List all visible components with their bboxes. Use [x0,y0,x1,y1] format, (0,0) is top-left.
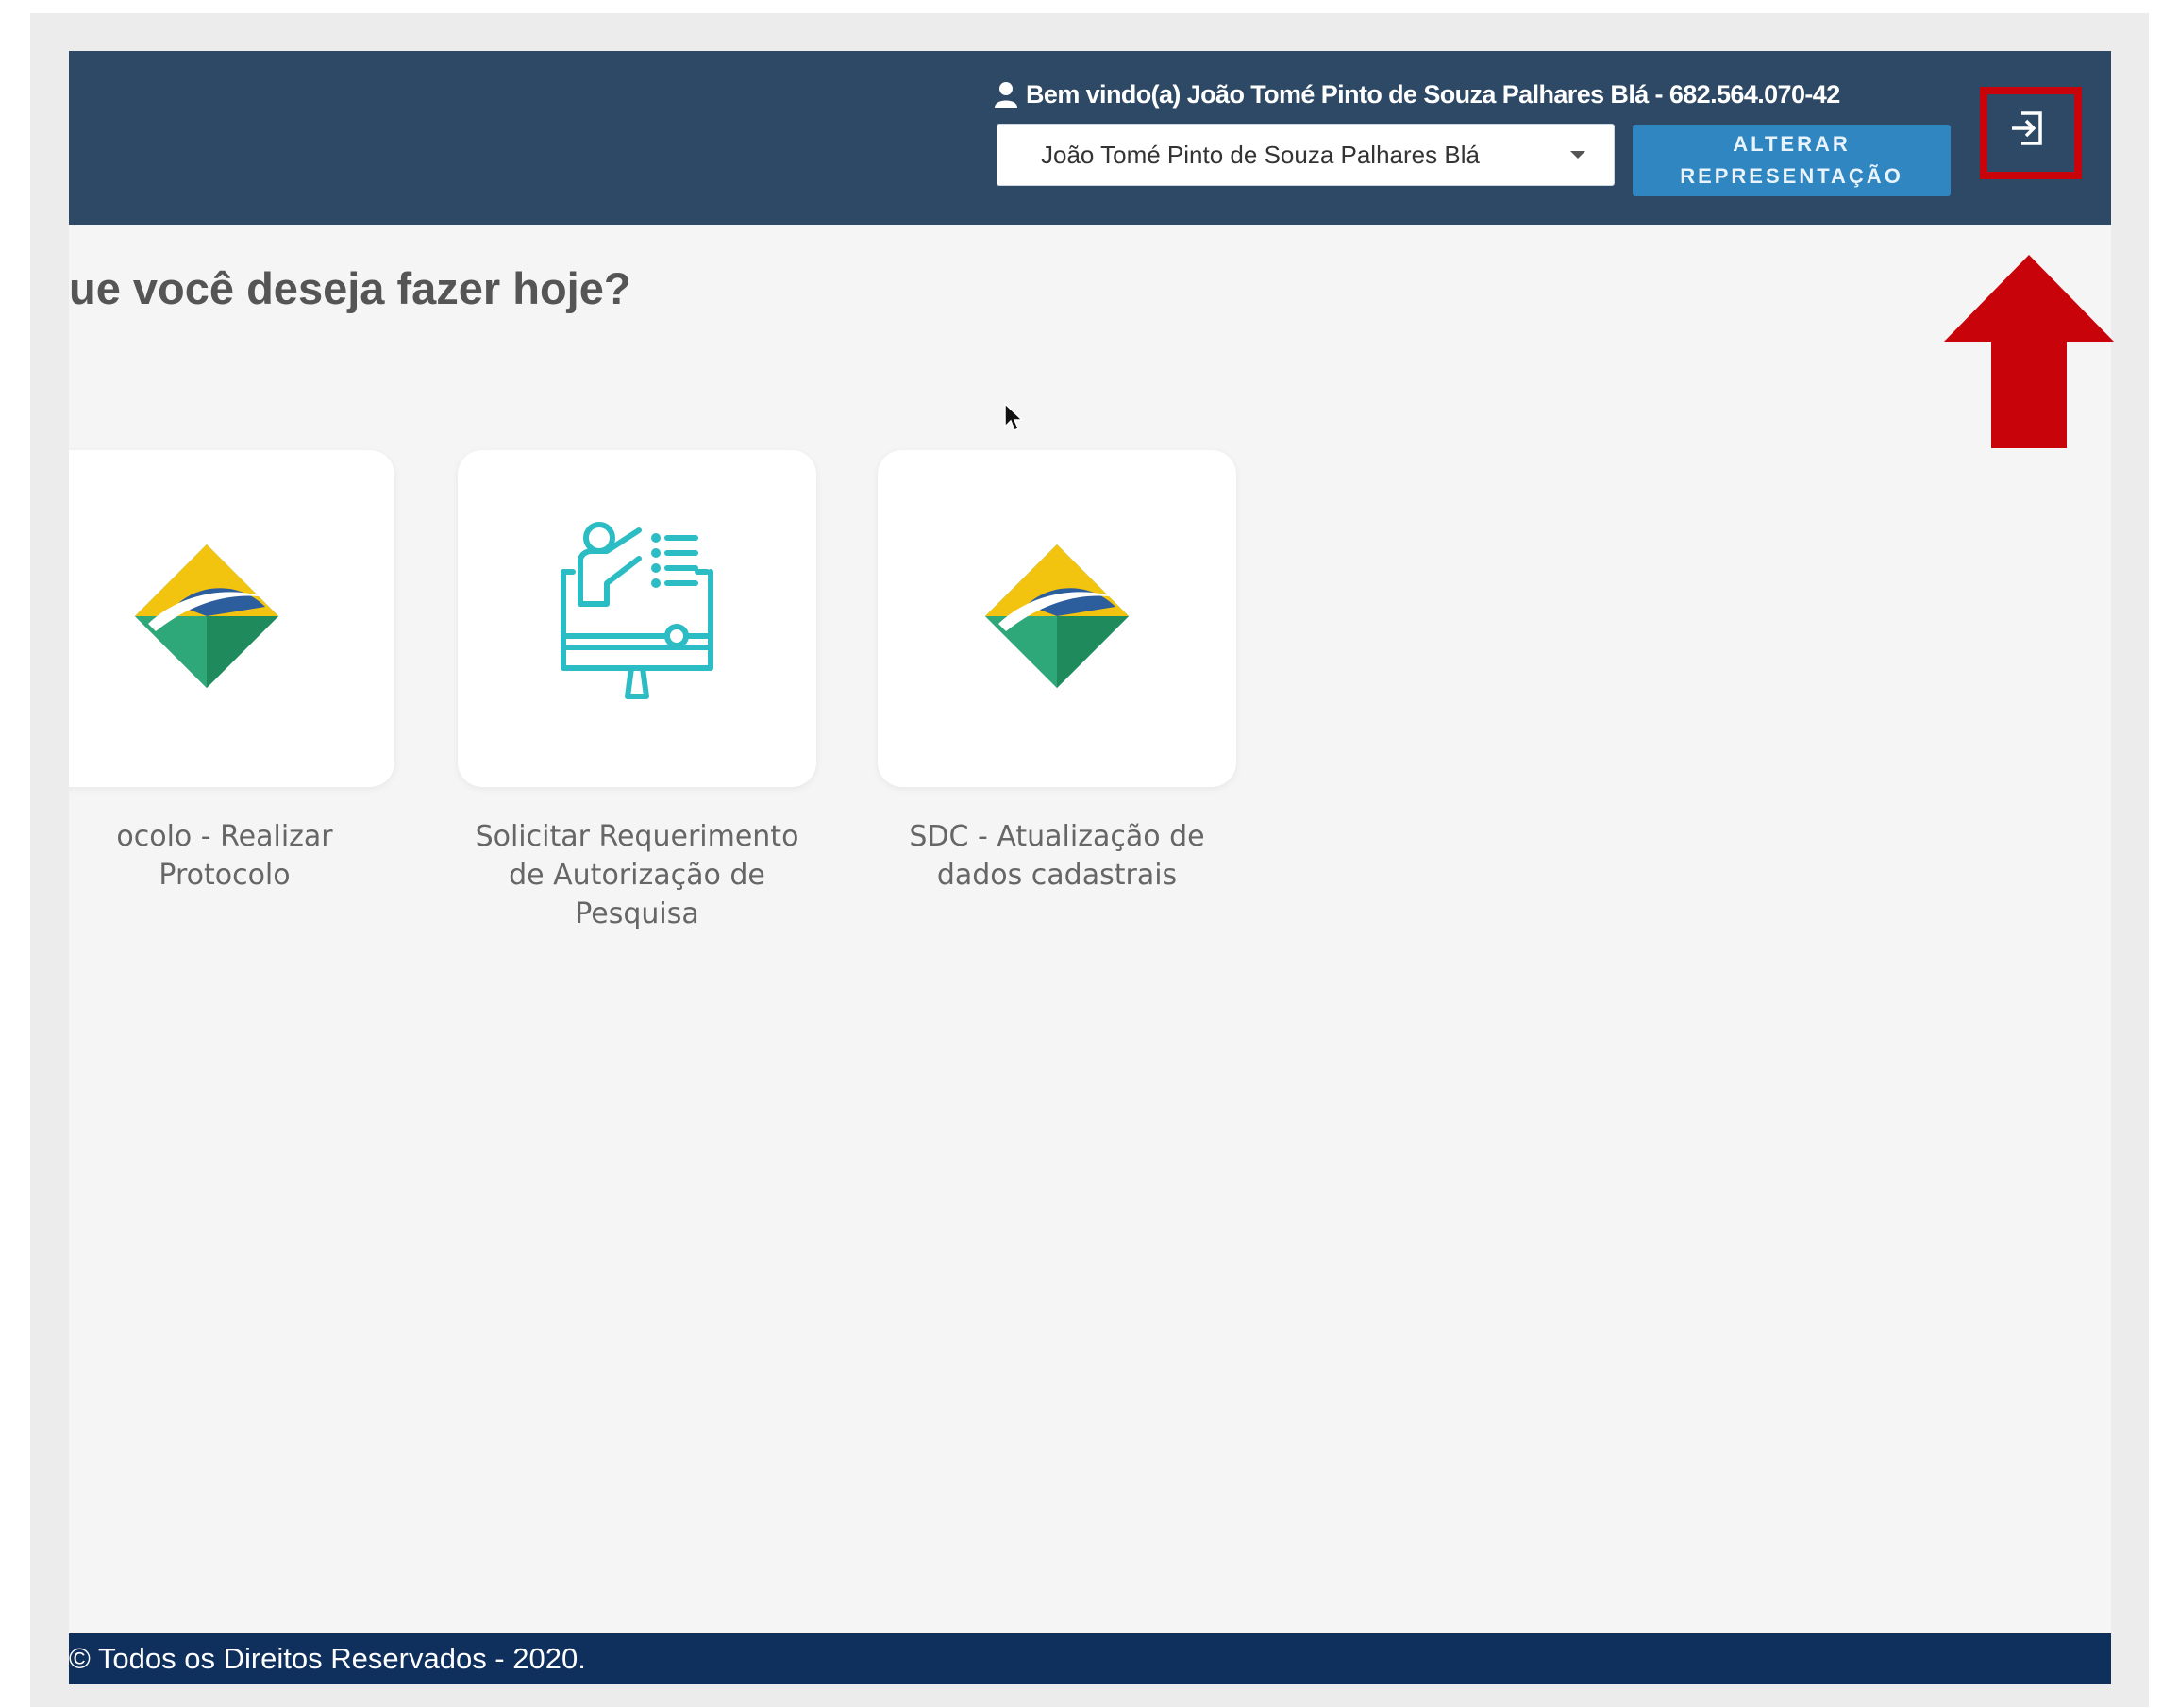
representation-select-value: João Tomé Pinto de Souza Palhares Blá [1041,141,1480,169]
label-line: Protocolo [159,859,291,892]
chevron-down-icon [1570,151,1585,159]
service-card-protocolo[interactable] [69,450,394,787]
alter-representation-button[interactable]: ALTERAR REPRESENTAÇÃO [1633,125,1951,196]
up-arrow [1944,255,2114,448]
footer: © Todos os Direitos Reservados - 2020. [69,1633,2111,1684]
presentation-monitor-icon [561,522,713,699]
welcome-message: Bem vindo(a) João Tomé Pinto de Souza Pa… [994,75,1840,113]
label-line: Solicitar Requerimento [475,820,799,853]
label-line: de Autorização de [509,859,765,892]
service-card-requerimento[interactable] [458,450,816,787]
service-card-sdc[interactable] [878,450,1236,787]
annotation-highlight-box [1980,87,2082,179]
page-title: ue você deseja fazer hoje? [69,263,631,313]
mouse-cursor-icon [1004,402,1024,432]
user-icon [995,82,1017,108]
welcome-text: Bem vindo(a) João Tomé Pinto de Souza Pa… [1026,79,1840,109]
label-line: Pesquisa [575,897,699,930]
alter-button-line1: ALTERAR [1733,132,1851,156]
representation-select[interactable]: João Tomé Pinto de Souza Palhares Blá [997,124,1615,186]
top-header: Bem vindo(a) João Tomé Pinto de Souza Pa… [69,51,2111,225]
gov-logo-icon [135,544,278,688]
service-card-label: SDC - Atualização de dados cadastrais [859,817,1255,895]
alter-button-line2: REPRESENTAÇÃO [1680,164,1903,188]
service-card-label: ocolo - Realizar Protocolo [69,817,423,895]
app-window: Bem vindo(a) João Tomé Pinto de Souza Pa… [69,51,2111,1684]
label-line: SDC - Atualização de [909,820,1205,853]
service-card-label: Solicitar Requerimento de Autorização de… [439,817,835,933]
gov-logo-icon [985,544,1129,688]
footer-text: © Todos os Direitos Reservados - 2020. [69,1642,586,1675]
label-line: ocolo - Realizar [116,820,333,853]
label-line: dados cadastrais [936,859,1178,892]
